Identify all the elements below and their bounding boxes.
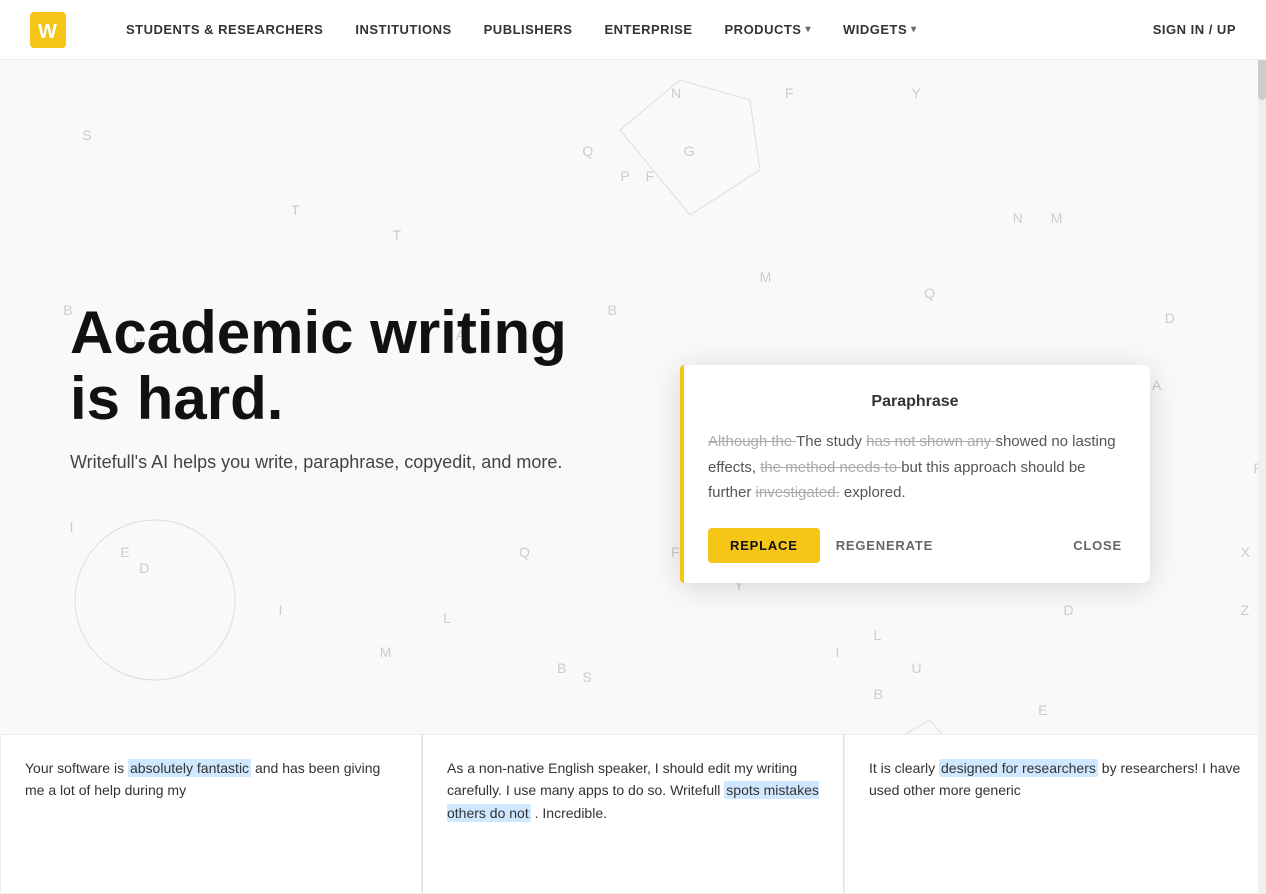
scatter-letter: D xyxy=(1063,602,1073,618)
scatter-letter: M xyxy=(380,644,392,660)
hero-title: Academic writing is hard. xyxy=(70,300,590,432)
scatter-letter: M xyxy=(760,269,772,285)
chevron-down-icon: ▾ xyxy=(805,24,811,35)
original-text-strikethrough-2: has not shown any xyxy=(866,433,995,450)
testimonial-2-after: . Incredible. xyxy=(531,805,607,821)
original-text-strikethrough-1: Although the xyxy=(708,433,796,450)
new-text-1: The study xyxy=(796,433,866,450)
scatter-letter: Q xyxy=(924,285,935,301)
hero-section: SNFYQGPFNMTTMAQBHBDAFPOQFIEYCLDLMIBUSBED… xyxy=(0,60,1266,894)
testimonials-section: Your software is absolutely fantastic an… xyxy=(0,734,1266,894)
scrollbar[interactable] xyxy=(1258,0,1266,894)
card-actions: REPLACE REGENERATE CLOSE xyxy=(708,528,1122,563)
scatter-letter: S xyxy=(582,669,591,685)
nav-enterprise[interactable]: ENTERPRISE xyxy=(604,22,692,37)
scatter-letter: Q xyxy=(519,544,530,560)
scatter-letter: Q xyxy=(582,143,593,159)
nav-institutions[interactable]: INSTITUTIONS xyxy=(355,22,451,37)
scatter-letter: M xyxy=(1051,210,1063,226)
scatter-letter: D xyxy=(1165,310,1175,326)
scatter-letter: F xyxy=(671,544,680,560)
regenerate-button[interactable]: REGENERATE xyxy=(836,538,933,553)
hero-subtitle: Writefull's AI helps you write, paraphra… xyxy=(70,452,590,473)
testimonial-3-highlight: designed for researchers xyxy=(939,759,1098,777)
scatter-letter: B xyxy=(608,302,617,318)
nav-widgets[interactable]: WIDGETS ▾ xyxy=(843,22,917,37)
scatter-letter: F xyxy=(646,168,655,184)
scatter-letter: D xyxy=(139,560,149,576)
scatter-letter: B xyxy=(874,686,883,702)
signin-button[interactable]: SIGN IN / UP xyxy=(1153,22,1236,37)
scatter-letter: F xyxy=(785,85,794,101)
scatter-letter: E xyxy=(120,544,129,560)
paraphrase-card: Paraphrase Although the The study has no… xyxy=(680,365,1150,583)
card-title: Paraphrase xyxy=(708,393,1122,411)
scatter-letter: T xyxy=(392,227,401,243)
close-button[interactable]: CLOSE xyxy=(1073,538,1122,553)
scatter-letter: G xyxy=(684,143,695,159)
chevron-down-icon: ▾ xyxy=(911,24,917,35)
testimonial-card-2: As a non-native English speaker, I shoul… xyxy=(422,734,844,894)
scatter-letter: A xyxy=(1152,377,1161,393)
scatter-letter: L xyxy=(874,627,882,643)
nav-students-researchers[interactable]: STUDENTS & RESEARCHERS xyxy=(126,22,323,37)
testimonial-card-1: Your software is absolutely fantastic an… xyxy=(0,734,422,894)
scatter-letter: Y xyxy=(912,85,921,101)
nav-products[interactable]: PRODUCTS ▾ xyxy=(725,22,811,37)
nav-links: STUDENTS & RESEARCHERS INSTITUTIONS PUBL… xyxy=(126,22,1153,37)
scatter-letter: X xyxy=(1241,544,1250,560)
scatter-letter: I xyxy=(836,644,840,660)
original-text-strikethrough-3: the method needs to xyxy=(760,459,901,476)
scatter-letter: N xyxy=(1013,210,1023,226)
testimonial-1-before: Your software is xyxy=(25,760,128,776)
testimonial-1-highlight: absolutely fantastic xyxy=(128,759,251,777)
scatter-letter: E xyxy=(1038,702,1047,718)
testimonial-3-before: It is clearly xyxy=(869,760,939,776)
scatter-letter: U xyxy=(912,660,922,676)
original-text-strikethrough-4: investigated. xyxy=(756,484,840,501)
replace-button[interactable]: REPLACE xyxy=(708,528,820,563)
nav-publishers[interactable]: PUBLISHERS xyxy=(484,22,573,37)
scatter-letter: I xyxy=(70,519,74,535)
scatter-letter: T xyxy=(291,202,300,218)
card-text: Although the The study has not shown any… xyxy=(708,429,1122,506)
scatter-letter: P xyxy=(620,168,629,184)
testimonial-card-3: It is clearly designed for researchers b… xyxy=(844,734,1266,894)
svg-text:W: W xyxy=(38,21,57,43)
scatter-letter: S xyxy=(82,127,91,143)
scatter-letter: Z xyxy=(1241,602,1250,618)
scatter-letter: B xyxy=(557,660,566,676)
scatter-letter: N xyxy=(671,85,681,101)
navigation: W STUDENTS & RESEARCHERS INSTITUTIONS PU… xyxy=(0,0,1266,60)
new-text-4: explored. xyxy=(840,484,906,501)
logo[interactable]: W xyxy=(30,12,66,48)
hero-content: Academic writing is hard. Writefull's AI… xyxy=(70,300,590,503)
scatter-letter: L xyxy=(443,610,451,626)
scatter-letter: I xyxy=(279,602,283,618)
